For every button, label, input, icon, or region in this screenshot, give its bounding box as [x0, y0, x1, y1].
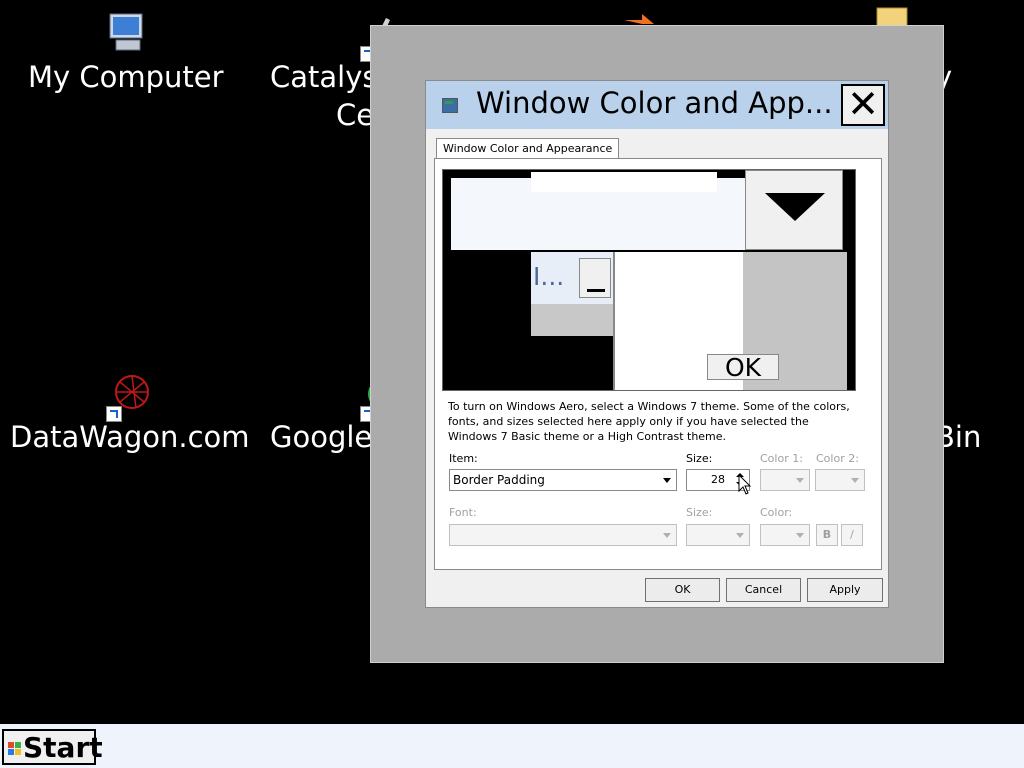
font-select[interactable] — [449, 524, 677, 546]
partial-icon-folder — [875, 6, 909, 27]
italic-button[interactable]: / — [841, 524, 863, 546]
apply-button[interactable]: Apply — [807, 578, 883, 602]
preview-ok-button: OK — [707, 354, 779, 381]
preview-inactive-title: I... — [533, 262, 565, 291]
color2-button[interactable] — [815, 469, 865, 491]
start-label: Start — [23, 731, 103, 764]
font-label: Font: — [449, 506, 477, 519]
color2-label: Color 2: — [816, 452, 859, 465]
font-size-select[interactable] — [686, 524, 750, 546]
bold-button[interactable]: B — [816, 524, 838, 546]
mouse-pointer-icon — [738, 473, 752, 496]
font-color-button[interactable] — [760, 524, 810, 546]
desktop-icon-datawagon[interactable]: DataWagon.com — [10, 370, 250, 456]
item-select[interactable]: Border Padding — [449, 469, 677, 491]
ok-button[interactable]: OK — [645, 578, 720, 602]
desktop-icon-label: DataWagon.com — [10, 420, 250, 454]
datawagon-icon — [105, 370, 154, 422]
display-settings-icon — [442, 98, 458, 113]
item-label: Item: — [449, 452, 478, 465]
color1-label: Color 1: — [760, 452, 803, 465]
chevron-down-icon — [660, 528, 674, 542]
cancel-button[interactable]: Cancel — [726, 578, 801, 602]
font-color-label: Color: — [760, 506, 793, 519]
start-button[interactable]: Start — [2, 729, 103, 765]
taskbar: Start — [0, 724, 1024, 768]
size-value: 28 — [711, 473, 725, 486]
chevron-down-icon — [660, 473, 674, 487]
aero-description: To turn on Windows Aero, select a Window… — [448, 400, 850, 443]
chevron-down-icon — [793, 528, 807, 542]
shortcut-arrow-icon — [105, 406, 122, 422]
desktop-icon-my-computer[interactable]: My Computer — [28, 10, 224, 96]
partial-icon-orange — [620, 10, 660, 26]
dialog-titlebar[interactable]: Window Color and App... ✕ — [426, 81, 888, 129]
font-size-label: Size: — [686, 506, 713, 519]
chevron-down-icon — [793, 473, 807, 487]
close-icon: ✕ — [847, 82, 879, 126]
preview-inactive-window: I... — [531, 252, 613, 336]
minimize-icon — [579, 258, 611, 298]
preview-active-title — [531, 172, 717, 192]
color1-button[interactable] — [760, 469, 810, 491]
tab-window-color-appearance[interactable]: Window Color and Appearance — [436, 138, 620, 159]
item-select-value: Border Padding — [453, 473, 545, 487]
size-label: Size: — [686, 452, 713, 465]
window-color-dialog: Window Color and App... ✕ Window Color a… — [425, 80, 889, 608]
windows-logo-icon — [7, 741, 23, 757]
chevron-down-icon — [848, 473, 862, 487]
computer-icon — [102, 10, 150, 58]
dialog-title: Window Color and App... — [476, 86, 833, 120]
desktop-icon-label: My Computer — [28, 60, 224, 94]
close-button[interactable]: ✕ — [841, 84, 885, 126]
preview-scroll-down-icon — [745, 170, 843, 250]
appearance-preview[interactable]: I... OK — [442, 169, 856, 391]
chevron-down-icon — [733, 528, 747, 542]
